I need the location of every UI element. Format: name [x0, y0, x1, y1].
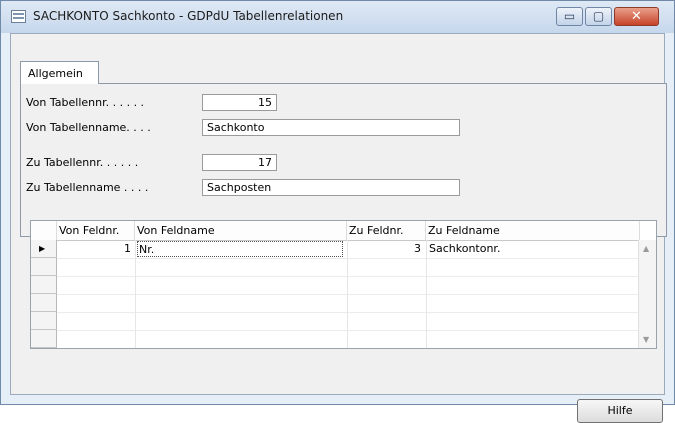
minimize-button[interactable]: ▭ — [556, 7, 583, 26]
hilfe-button[interactable]: Hilfe — [577, 399, 663, 423]
row-selector[interactable] — [31, 258, 57, 276]
field-relations-table: Von Feldnr. Von Feldname Zu Feldnr. Zu F… — [30, 220, 657, 349]
cell-zu-feldnr[interactable]: 3 — [347, 240, 423, 258]
vertical-scrollbar[interactable]: ▲ ▼ — [638, 240, 656, 348]
window-title: SACHKONTO Sachkonto - GDPdU Tabellenrela… — [33, 9, 344, 23]
column-header-von-feldname[interactable]: Von Feldname — [135, 221, 347, 240]
row-pointer-icon: ▶ — [39, 244, 46, 253]
row-selector[interactable] — [31, 294, 57, 312]
von-tabellennr-field[interactable]: 15 — [202, 94, 277, 111]
cell-von-feldnr[interactable]: 1 — [57, 240, 133, 258]
title-bar[interactable]: SACHKONTO Sachkonto - GDPdU Tabellenrela… — [1, 1, 674, 33]
tab-panel-allgemein: Von Tabellennr. . . . . . 15 Von Tabelle… — [20, 83, 667, 237]
tab-allgemein[interactable]: Allgemein — [20, 61, 99, 84]
close-icon: ✕ — [631, 9, 642, 24]
column-divider — [135, 240, 136, 348]
row-divider — [57, 276, 640, 277]
minimize-icon: ▭ — [563, 9, 576, 23]
column-divider — [426, 240, 427, 348]
cell-von-feldname[interactable]: Nr. — [137, 241, 343, 257]
row-selector[interactable] — [31, 276, 57, 294]
zu-tabellennr-label: Zu Tabellennr. . . . . . — [26, 156, 139, 169]
maximize-button[interactable]: ▢ — [585, 7, 612, 26]
zu-tabellenname-label: Zu Tabellenname . . . . — [26, 181, 149, 194]
row-selector-header — [31, 221, 57, 240]
zu-tabellenname-field[interactable]: Sachposten — [202, 179, 460, 196]
column-header-von-feldnr[interactable]: Von Feldnr. — [57, 221, 135, 240]
von-tabellennr-label: Von Tabellennr. . . . . . — [26, 96, 145, 109]
column-header-zu-feldnr[interactable]: Zu Feldnr. — [347, 221, 426, 240]
scroll-up-icon[interactable]: ▲ — [643, 244, 649, 253]
cell-zu-feldname[interactable]: Sachkontonr. — [429, 240, 639, 258]
maximize-icon: ▢ — [592, 9, 605, 23]
von-tabellenname-field[interactable]: Sachkonto — [202, 119, 460, 136]
row-divider — [57, 330, 640, 331]
von-tabellenname-label: Von Tabellenname. . . . — [26, 121, 151, 134]
row-selector[interactable] — [31, 330, 57, 348]
row-selector[interactable]: ▶ — [31, 240, 57, 258]
table-window-icon — [11, 10, 26, 23]
column-header-zu-feldname[interactable]: Zu Feldname — [426, 221, 640, 240]
row-divider — [57, 294, 640, 295]
row-divider — [57, 258, 640, 259]
row-divider — [57, 312, 640, 313]
tab-label: Allgemein — [28, 67, 83, 80]
scroll-down-icon[interactable]: ▼ — [643, 335, 649, 344]
zu-tabellennr-field[interactable]: 17 — [202, 154, 277, 171]
table-header: Von Feldnr. Von Feldname Zu Feldnr. Zu F… — [31, 221, 640, 241]
row-selector[interactable] — [31, 312, 57, 330]
close-button[interactable]: ✕ — [614, 7, 659, 26]
